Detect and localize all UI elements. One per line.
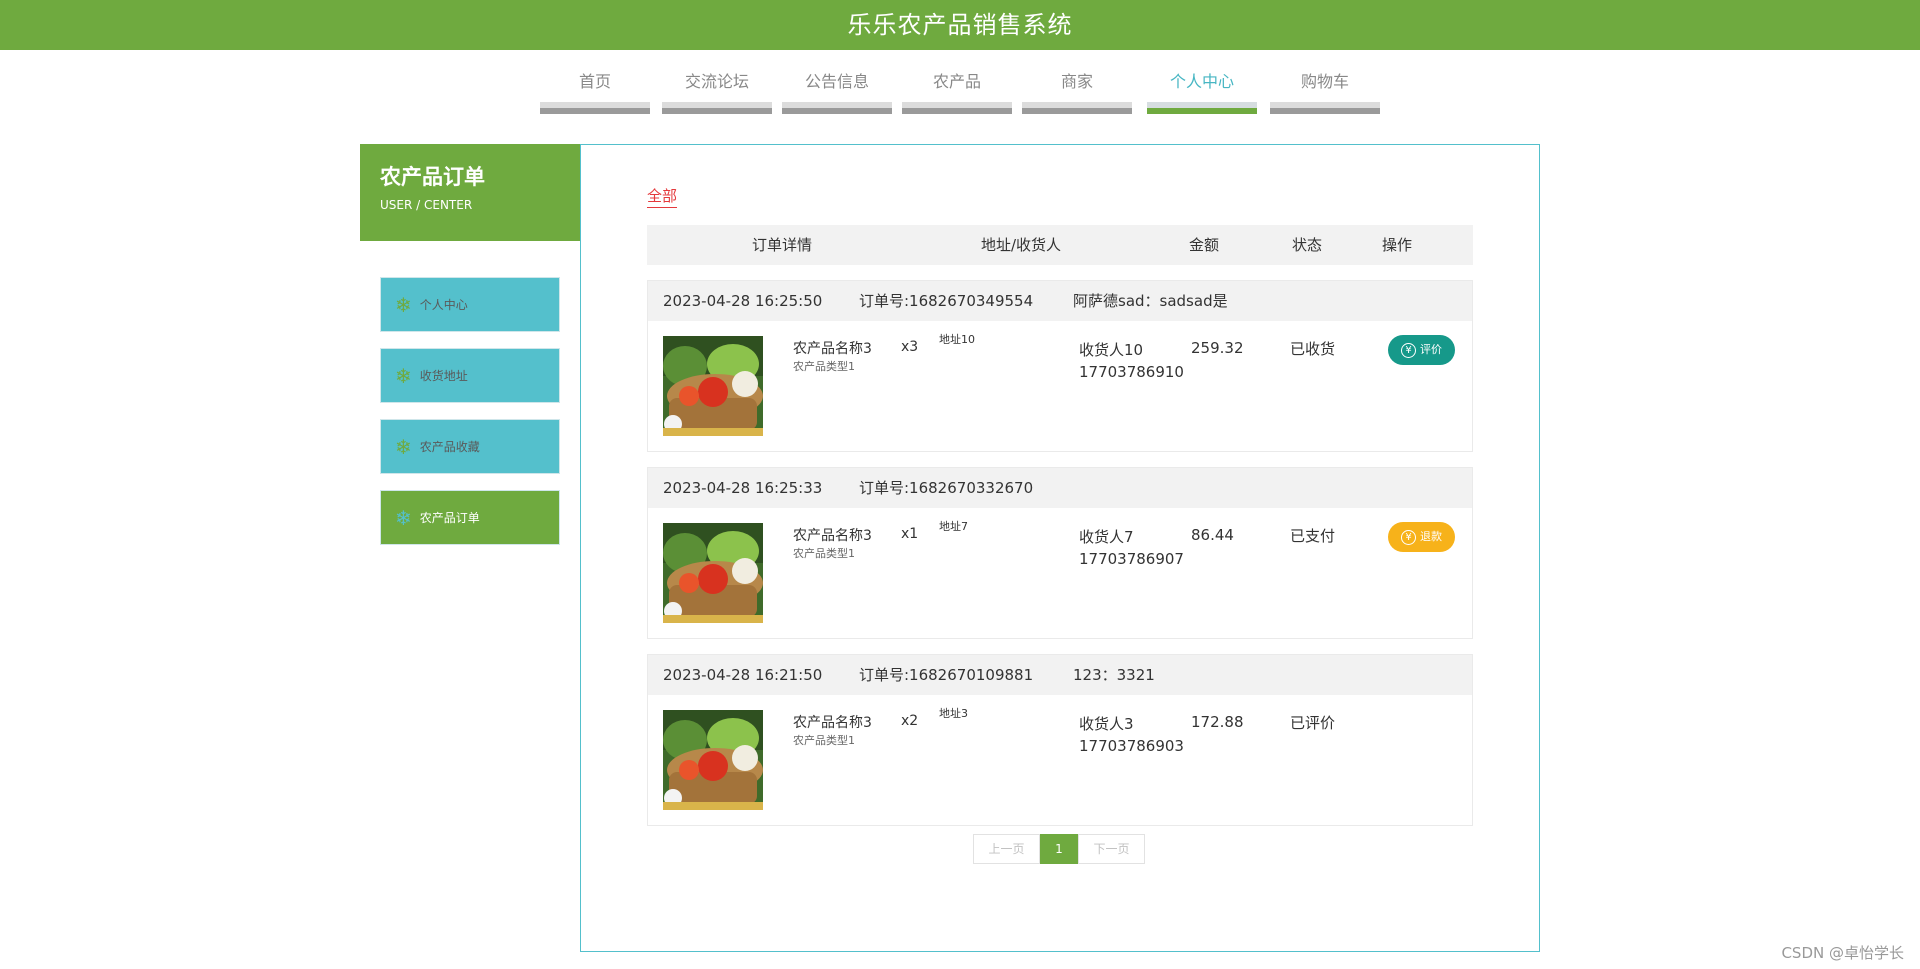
nav-item-label: 农产品 bbox=[932, 72, 981, 91]
nav-item-notices[interactable]: 公告信息 bbox=[782, 64, 892, 114]
sidebar-item-orders[interactable]: ❄ 农产品订单 bbox=[380, 490, 560, 545]
order-address: 地址10 bbox=[939, 333, 975, 346]
page-number-button[interactable]: 1 bbox=[1040, 834, 1078, 864]
order-phone: 17703786910 bbox=[1079, 363, 1184, 381]
order-receiver: 收货人3 bbox=[1079, 715, 1134, 733]
app-title-bar: 乐乐农产品销售系统 bbox=[0, 0, 1920, 50]
product-type: 农产品类型1 bbox=[793, 547, 855, 560]
product-image[interactable] bbox=[663, 336, 763, 436]
header-address: 地址/收货人 bbox=[981, 236, 1062, 254]
nav-underline bbox=[540, 102, 650, 114]
product-type: 农产品类型1 bbox=[793, 734, 855, 747]
order-number: 订单号:1682670332670 bbox=[859, 479, 1034, 497]
order-row: 2023-04-28 16:21:50 订单号:1682670109881 12… bbox=[647, 654, 1473, 826]
order-amount: 259.32 bbox=[1191, 339, 1244, 357]
nav-item-forum[interactable]: 交流论坛 bbox=[662, 64, 772, 114]
nav-underline bbox=[1147, 102, 1257, 114]
refund-button-label: 退款 bbox=[1420, 530, 1442, 543]
order-status: 已评价 bbox=[1290, 714, 1336, 732]
product-quantity: x2 bbox=[901, 713, 919, 729]
order-receiver: 收货人10 bbox=[1079, 341, 1144, 359]
nav-item-label: 公告信息 bbox=[804, 72, 869, 91]
sidebar-item-favorites[interactable]: ❄ 农产品收藏 bbox=[380, 419, 560, 474]
prev-page-button[interactable]: 上一页 bbox=[973, 834, 1040, 864]
snowflake-icon: ❄ bbox=[395, 364, 412, 388]
nav-item-merchants[interactable]: 商家 bbox=[1022, 64, 1132, 114]
nav-item-home[interactable]: 首页 bbox=[540, 64, 650, 114]
product-name[interactable]: 农产品名称3 bbox=[793, 525, 872, 545]
refund-button[interactable]: ¥ 退款 bbox=[1388, 522, 1455, 552]
order-note: 阿萨德sad：sadsad是 bbox=[1073, 292, 1228, 310]
order-time: 2023-04-28 16:25:33 bbox=[663, 479, 823, 497]
yen-icon: ¥ bbox=[1401, 529, 1416, 545]
nav-item-products[interactable]: 农产品 bbox=[902, 64, 1012, 114]
sidebar-item-label: 个人中心 bbox=[419, 298, 468, 312]
nav-item-label: 首页 bbox=[578, 72, 611, 91]
nav-underline bbox=[1270, 102, 1380, 114]
order-receiver: 收货人7 bbox=[1079, 528, 1134, 546]
order-number: 订单号:1682670349554 bbox=[859, 292, 1034, 310]
order-row: 2023-04-28 16:25:50 订单号:1682670349554 阿萨… bbox=[647, 280, 1473, 452]
sidebar-item-label: 农产品订单 bbox=[419, 511, 480, 525]
product-quantity: x3 bbox=[901, 339, 919, 355]
filter-tab-all[interactable]: 全部 bbox=[647, 185, 678, 208]
nav-item-label: 个人中心 bbox=[1169, 72, 1234, 91]
nav-item-user-center[interactable]: 个人中心 bbox=[1147, 64, 1257, 114]
nav-underline bbox=[782, 102, 892, 114]
snowflake-icon: ❄ bbox=[395, 435, 412, 459]
header-amount: 金额 bbox=[1189, 236, 1220, 254]
snowflake-icon: ❄ bbox=[395, 506, 412, 530]
nav-underline bbox=[662, 102, 772, 114]
app-title: 乐乐农产品销售系统 bbox=[847, 11, 1073, 39]
review-button-label: 评价 bbox=[1420, 343, 1442, 356]
sidebar-item-user-center[interactable]: ❄ 个人中心 bbox=[380, 277, 560, 332]
order-status: 已收货 bbox=[1290, 340, 1336, 358]
nav-item-label: 购物车 bbox=[1300, 72, 1349, 91]
snowflake-icon: ❄ bbox=[395, 293, 412, 317]
nav-item-label: 商家 bbox=[1060, 72, 1093, 91]
product-name[interactable]: 农产品名称3 bbox=[793, 338, 872, 358]
order-phone: 17703786907 bbox=[1079, 550, 1184, 568]
product-quantity: x1 bbox=[901, 526, 919, 542]
nav-underline bbox=[902, 102, 1012, 114]
order-status: 已支付 bbox=[1290, 527, 1336, 545]
order-amount: 172.88 bbox=[1191, 713, 1244, 731]
order-phone: 17703786903 bbox=[1079, 737, 1184, 755]
sidebar-title: 农产品订单 bbox=[380, 165, 485, 189]
watermark: CSDN @卓怡学长 bbox=[1781, 944, 1904, 962]
yen-icon: ¥ bbox=[1401, 342, 1416, 358]
sidebar-item-label: 收货地址 bbox=[419, 369, 468, 383]
order-time: 2023-04-28 16:25:50 bbox=[663, 292, 823, 310]
header-action: 操作 bbox=[1382, 236, 1413, 254]
order-number: 订单号:1682670109881 bbox=[859, 666, 1034, 684]
order-note: 123：3321 bbox=[1073, 666, 1155, 684]
order-address: 地址3 bbox=[939, 707, 968, 720]
nav-item-label: 交流论坛 bbox=[684, 72, 749, 91]
review-button[interactable]: ¥ 评价 bbox=[1388, 335, 1455, 365]
order-header: 2023-04-28 16:21:50 订单号:1682670109881 12… bbox=[648, 655, 1472, 695]
header-status: 状态 bbox=[1292, 236, 1323, 254]
order-header: 2023-04-28 16:25:33 订单号:1682670332670 bbox=[648, 468, 1472, 508]
product-image[interactable] bbox=[663, 523, 763, 623]
order-time: 2023-04-28 16:21:50 bbox=[663, 666, 823, 684]
nav-item-cart[interactable]: 购物车 bbox=[1270, 64, 1380, 114]
orders-table-header: 订单详情 地址/收货人 金额 状态 操作 bbox=[647, 225, 1473, 265]
next-page-button[interactable]: 下一页 bbox=[1078, 834, 1145, 864]
order-amount: 86.44 bbox=[1191, 526, 1234, 544]
header-details: 订单详情 bbox=[752, 236, 813, 254]
sidebar-header: 农产品订单 USER / CENTER bbox=[360, 144, 580, 241]
order-address: 地址7 bbox=[939, 520, 968, 533]
product-name[interactable]: 农产品名称3 bbox=[793, 712, 872, 732]
order-header: 2023-04-28 16:25:50 订单号:1682670349554 阿萨… bbox=[648, 281, 1472, 321]
product-image[interactable] bbox=[663, 710, 763, 810]
sidebar-item-address[interactable]: ❄ 收货地址 bbox=[380, 348, 560, 403]
sidebar-subtitle: USER / CENTER bbox=[380, 198, 473, 212]
sidebar-item-label: 农产品收藏 bbox=[419, 440, 480, 454]
orders-panel: 全部 订单详情 地址/收货人 金额 状态 操作 2023-04-28 16:25… bbox=[580, 144, 1540, 952]
nav-underline bbox=[1022, 102, 1132, 114]
product-type: 农产品类型1 bbox=[793, 360, 855, 373]
order-row: 2023-04-28 16:25:33 订单号:1682670332670 农产… bbox=[647, 467, 1473, 639]
